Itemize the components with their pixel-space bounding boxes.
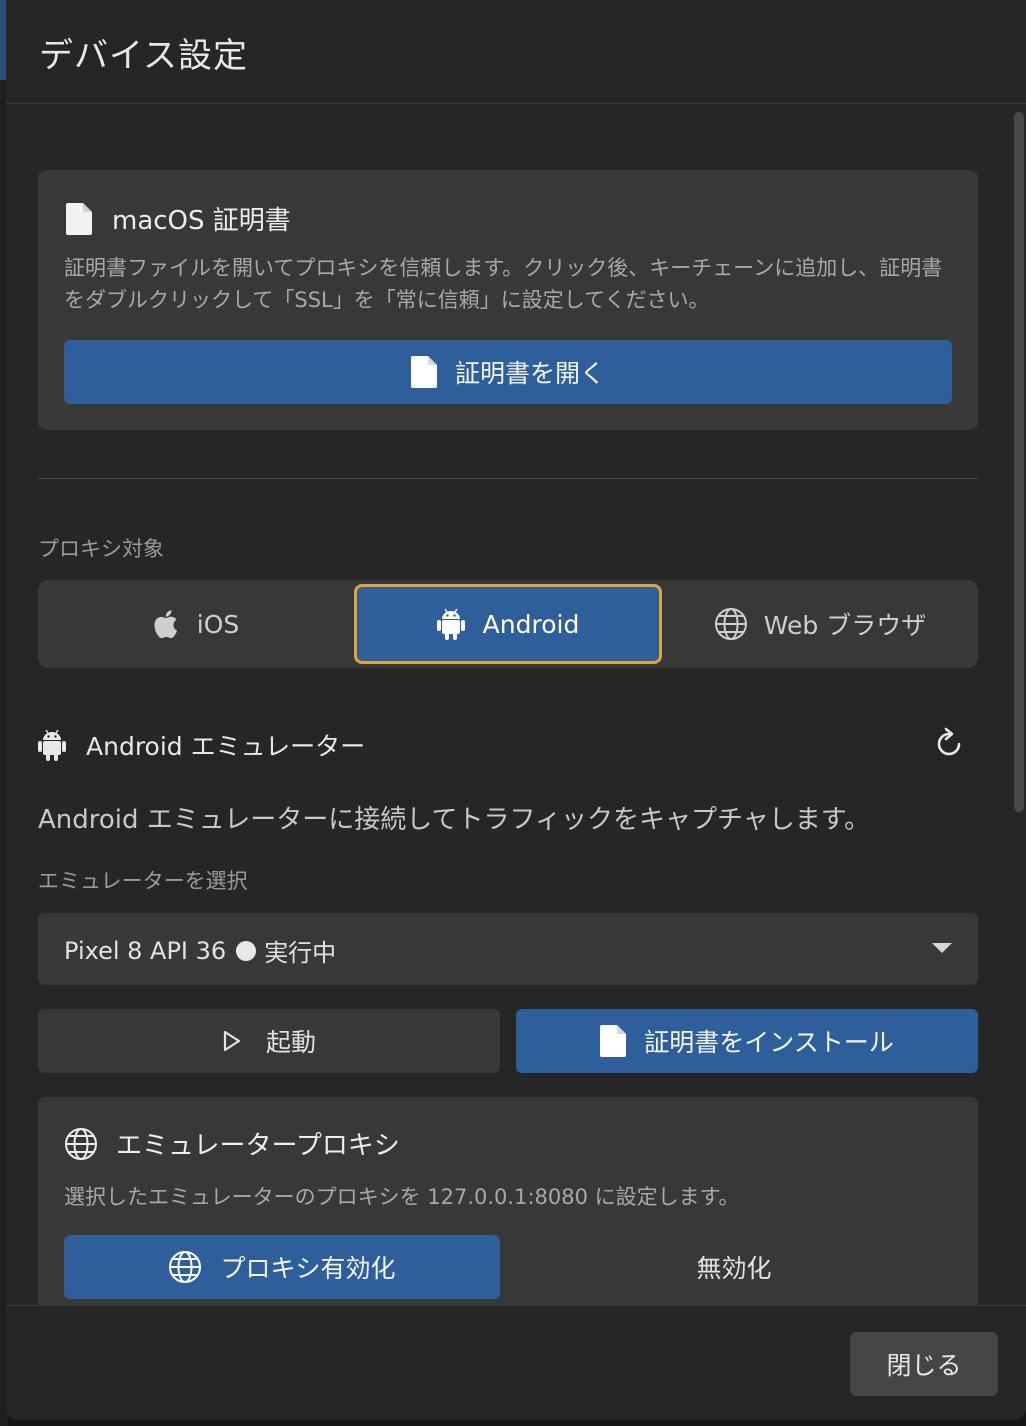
segment-ios-label: iOS — [196, 609, 240, 639]
macos-certificate-title: macOS 証明書 — [66, 200, 291, 237]
emulator-proxy-title-text: エミュレータープロキシ — [116, 1131, 400, 1161]
dialog-title: デバイス設定 — [39, 36, 248, 76]
selected-device-name: Pixel 8 API 36 — [64, 936, 227, 965]
play-icon — [223, 1030, 241, 1052]
open-certificate-label: 証明書を開く — [454, 359, 605, 388]
disable-proxy-button[interactable]: 無効化 — [516, 1235, 952, 1299]
refresh-icon — [937, 727, 961, 756]
disable-proxy-label: 無効化 — [696, 1254, 772, 1283]
dialog-body[interactable]: macOS 証明書 証明書ファイルを開いてプロキシを信頼します。クリック後、キー… — [6, 105, 1026, 1305]
emulator-select-label: エミュレーターを選択 — [38, 869, 248, 893]
dialog-header: デバイス設定 — [6, 0, 1026, 104]
file-icon — [600, 1025, 627, 1057]
apple-icon — [154, 610, 177, 639]
section-divider — [38, 478, 978, 479]
emulator-proxy-description: 選択したエミュレーターのプロキシを 127.0.0.1:8080 に設定します。 — [64, 1185, 740, 1209]
enable-proxy-button[interactable]: プロキシ有効化 — [64, 1235, 500, 1299]
globe-icon — [714, 608, 747, 640]
install-certificate-label: 証明書をインストール — [644, 1028, 894, 1057]
segment-web-browser-label: Web ブラウザ — [763, 611, 927, 640]
install-certificate-button[interactable]: 証明書をインストール — [516, 1009, 978, 1073]
file-icon — [66, 202, 92, 235]
close-button[interactable]: 閉じる — [850, 1332, 998, 1396]
android-emulator-description: Android エミュレーターに接続してトラフィックをキャプチャします。 — [38, 805, 871, 835]
start-emulator-button[interactable]: 起動 — [38, 1009, 500, 1073]
globe-icon — [169, 1251, 202, 1283]
android-icon — [436, 608, 465, 640]
dialog-footer: 閉じる — [6, 1305, 1026, 1420]
segment-web-browser[interactable]: Web ブラウザ — [662, 580, 978, 668]
chevron-down-icon — [932, 943, 952, 953]
open-certificate-button[interactable]: 証明書を開く — [64, 340, 952, 404]
android-emulator-title: Android エミュレーター — [86, 732, 366, 761]
segment-android-label: Android — [482, 609, 580, 639]
emulator-proxy-title: エミュレータープロキシ — [64, 1125, 400, 1162]
device-settings-dialog: デバイス設定 macOS 証明書 証明書ファイルを開いてプロキシを信頼します。ク… — [6, 0, 1026, 1420]
segment-android-selected[interactable]: Android — [354, 584, 662, 664]
android-emulator-heading: Android エミュレーター — [38, 725, 978, 765]
macos-certificate-title-text: macOS 証明書 — [112, 206, 291, 236]
proxy-target-segmented-control: iOS Android Web ブラウザ — [38, 580, 978, 668]
file-icon — [410, 356, 437, 388]
running-status-dot — [236, 940, 257, 961]
scrollbar-thumb[interactable] — [1014, 112, 1024, 812]
emulator-proxy-card: エミュレータープロキシ 選択したエミュレーターのプロキシを 127.0.0.1:… — [38, 1097, 978, 1305]
start-emulator-label: 起動 — [265, 1028, 316, 1057]
android-icon — [38, 729, 66, 761]
close-button-label: 閉じる — [886, 1351, 962, 1380]
enable-proxy-label: プロキシ有効化 — [220, 1254, 396, 1283]
emulator-select[interactable]: Pixel 8 API 36 実行中 — [38, 913, 978, 985]
refresh-button[interactable] — [932, 727, 966, 761]
segment-ios[interactable]: iOS — [38, 580, 354, 668]
selected-device-status: 実行中 — [264, 939, 337, 967]
emulator-select-value: Pixel 8 API 36 実行中 — [64, 933, 336, 968]
proxy-target-label: プロキシ対象 — [38, 537, 164, 561]
macos-certificate-card: macOS 証明書 証明書ファイルを開いてプロキシを信頼します。クリック後、キー… — [38, 170, 978, 430]
macos-certificate-description: 証明書ファイルを開いてプロキシを信頼します。クリック後、キーチェーンに追加し、証… — [64, 256, 943, 312]
globe-icon — [65, 1127, 97, 1160]
